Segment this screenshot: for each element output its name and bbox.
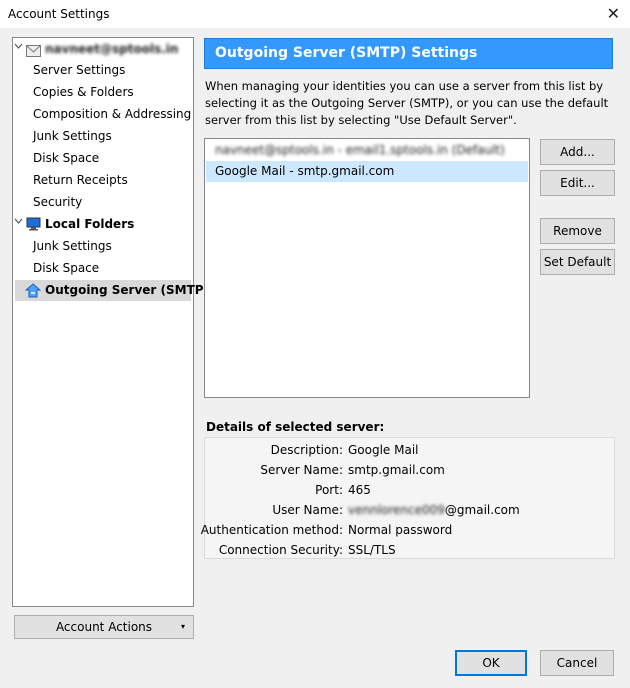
chevron-down-icon[interactable] (14, 214, 24, 235)
cancel-button[interactable]: Cancel (540, 650, 614, 676)
outgoing-server-label: Outgoing Server (SMTP) (45, 283, 210, 297)
account-email: navneet@sptools.in (45, 42, 179, 56)
close-icon[interactable]: ✕ (607, 4, 620, 23)
server-row-google[interactable]: Google Mail - smtp.gmail.com (206, 161, 528, 182)
tree-item-return-receipts[interactable]: Return Receipts (33, 170, 128, 191)
tree-item-copies-folders[interactable]: Copies & Folders (33, 82, 134, 103)
chevron-down-icon[interactable] (14, 39, 24, 60)
account-actions-button[interactable]: Account Actions ▾ (14, 615, 194, 639)
local-folders-label: Local Folders (45, 217, 135, 231)
detail-value: Normal password (348, 523, 453, 537)
detail-row-auth-method: Authentication method: Normal password (201, 520, 614, 540)
tree-item-security[interactable]: Security (33, 192, 82, 213)
detail-row-connection-security: Connection Security: SSL/TLS (205, 540, 614, 560)
ok-button[interactable]: OK (455, 650, 527, 676)
panel-header: Outgoing Server (SMTP) Settings (204, 38, 613, 69)
window-title: Account Settings (8, 7, 110, 21)
tree-item-disk-space[interactable]: Disk Space (33, 148, 99, 169)
edit-button[interactable]: Edit... (540, 170, 615, 196)
server-row-default[interactable]: navneet@sptools.in - email1.sptools.in (… (206, 140, 528, 161)
caret-down-icon: ▾ (180, 622, 185, 631)
tree-item-junk-settings[interactable]: Junk Settings (33, 126, 112, 147)
server-details: Description: Google Mail Server Name: sm… (201, 437, 615, 560)
detail-value: vennlorence009@gmail.com (348, 500, 520, 520)
panel-description: When managing your identities you can us… (205, 79, 609, 127)
add-button[interactable]: Add... (540, 139, 615, 165)
remove-button[interactable]: Remove (540, 218, 615, 244)
tree-item-outgoing-server[interactable]: Outgoing Server (SMTP) (15, 280, 209, 301)
detail-label: User Name: (272, 503, 343, 517)
account-actions-label: Account Actions (55, 620, 153, 634)
detail-value: Google Mail (348, 443, 419, 457)
detail-value: smtp.gmail.com (348, 463, 445, 477)
detail-label: Description: (270, 443, 343, 457)
server-label: Google Mail - smtp.gmail.com (215, 164, 395, 178)
tree-item-local-junk-settings[interactable]: Junk Settings (33, 236, 112, 257)
tree-item-composition[interactable]: Composition & Addressing (33, 104, 191, 125)
detail-value: 465 (348, 483, 371, 497)
details-title: Details of selected server: (206, 420, 385, 434)
outgoing-server-icon (24, 283, 42, 305)
blurred-username: vennlorence009 (348, 503, 445, 517)
detail-row-description: Description: Google Mail (205, 440, 614, 460)
detail-label: Authentication method: (200, 523, 343, 537)
tree-item-server-settings[interactable]: Server Settings (33, 60, 125, 81)
server-label: navneet@sptools.in - email1.sptools.in (… (215, 143, 505, 157)
detail-row-port: Port: 465 (205, 480, 614, 500)
detail-label: Server Name: (260, 463, 343, 477)
title-bar: Account Settings ✕ (0, 0, 630, 28)
detail-label: Connection Security: (218, 543, 343, 557)
computer-icon (26, 217, 41, 238)
detail-row-server-name: Server Name: smtp.gmail.com (205, 460, 614, 480)
username-domain: @gmail.com (444, 503, 520, 517)
detail-label: Port: (315, 483, 343, 497)
tree-item-local-disk-space[interactable]: Disk Space (33, 258, 99, 279)
set-default-button[interactable]: Set Default (540, 249, 615, 275)
smtp-server-list[interactable]: navneet@sptools.in - email1.sptools.in (… (204, 138, 530, 398)
account-tree[interactable]: navneet@sptools.in Server Settings Copie… (12, 37, 209, 607)
detail-value: SSL/TLS (348, 543, 396, 557)
detail-row-user-name: User Name: vennlorence009@gmail.com (205, 500, 614, 520)
